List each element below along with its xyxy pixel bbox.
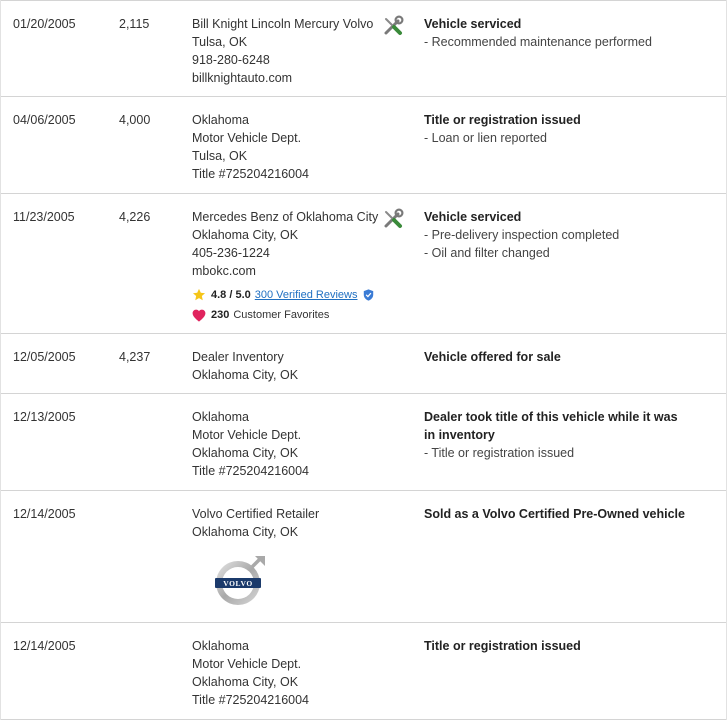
record-comments: Title or registration issued xyxy=(424,637,694,655)
record-date: 11/23/2005 xyxy=(13,210,75,224)
record-date: 12/14/2005 xyxy=(13,639,76,653)
source-department: Motor Vehicle Dept. xyxy=(192,657,302,671)
history-record: 12/14/2005 Oklahoma Motor Vehicle Dept. … xyxy=(1,623,726,720)
source-phone: 918-280-6248 xyxy=(192,53,270,67)
source-name: Dealer Inventory xyxy=(192,350,284,364)
record-mileage: 2,115 xyxy=(119,17,150,31)
record-comments: Dealer took title of this vehicle while … xyxy=(424,408,679,462)
record-date: 12/14/2005 xyxy=(13,507,76,521)
volvo-logo-text: VOLVO xyxy=(223,579,253,588)
source-title-number: Title #725204216004 xyxy=(192,167,309,181)
source-name: Oklahoma xyxy=(192,639,249,653)
history-record: 12/05/2005 4,237 Dealer Inventory Oklaho… xyxy=(1,334,726,394)
record-date: 12/13/2005 xyxy=(13,410,76,424)
record-source: Mercedes Benz of Oklahoma City Oklahoma … xyxy=(192,208,382,324)
source-website: billknightauto.com xyxy=(192,71,293,85)
source-name: Oklahoma xyxy=(192,113,249,127)
history-record: 04/06/2005 4,000 Oklahoma Motor Vehicle … xyxy=(1,97,726,194)
comment-title: Title or registration issued xyxy=(424,113,581,127)
comment-title: Sold as a Volvo Certified Pre-Owned vehi… xyxy=(424,507,685,521)
comment-detail: - Loan or lien reported xyxy=(424,131,547,145)
history-record: 11/23/2005 4,226 Mercedes Benz of Oklaho… xyxy=(1,194,726,334)
record-source: Oklahoma Motor Vehicle Dept. Oklahoma Ci… xyxy=(192,637,382,709)
source-website: mbokc.com xyxy=(192,264,256,278)
record-date: 12/05/2005 xyxy=(13,350,76,364)
record-comments: Vehicle serviced - Recommended maintenan… xyxy=(424,15,694,51)
record-comments: Vehicle serviced - Pre-delivery inspecti… xyxy=(424,208,694,262)
record-source: Volvo Certified Retailer Oklahoma City, … xyxy=(192,505,382,608)
comment-detail: - Pre-delivery inspection completed xyxy=(424,228,620,242)
source-location: Tulsa, OK xyxy=(192,35,248,49)
heart-icon xyxy=(192,309,206,322)
favorites-count: 230 xyxy=(211,309,230,321)
history-record: 01/20/2005 2,115 Bill Knight Lincoln Mer… xyxy=(1,0,726,97)
source-location: Tulsa, OK xyxy=(192,149,248,163)
history-record: 12/14/2005 Volvo Certified Retailer Okla… xyxy=(1,491,726,623)
comment-detail: - Title or registration issued xyxy=(424,446,575,460)
volvo-logo-icon: VOLVO xyxy=(213,554,267,608)
source-location: Oklahoma City, OK xyxy=(192,368,299,382)
rating-score: 4.8 / 5.0 xyxy=(211,289,251,301)
source-department: Motor Vehicle Dept. xyxy=(192,428,302,442)
source-location: Oklahoma City, OK xyxy=(192,675,299,689)
record-source: Oklahoma Motor Vehicle Dept. Oklahoma Ci… xyxy=(192,408,382,480)
wrench-screwdriver-icon xyxy=(382,15,404,37)
verified-shield-icon xyxy=(363,289,373,301)
record-source: Oklahoma Motor Vehicle Dept. Tulsa, OK T… xyxy=(192,111,382,183)
dealer-rating: 4.8 / 5.0 300 Verified Reviews xyxy=(192,286,382,304)
source-name: Volvo Certified Retailer xyxy=(192,507,320,521)
source-phone: 405-236-1224 xyxy=(192,246,270,260)
comment-title: Vehicle offered for sale xyxy=(424,350,561,364)
customer-favorites: 230 Customer Favorites xyxy=(192,306,382,324)
comment-title: Vehicle serviced xyxy=(424,17,522,31)
comment-detail: - Recommended maintenance performed xyxy=(424,35,652,49)
wrench-screwdriver-icon xyxy=(382,208,404,230)
star-icon xyxy=(192,288,206,301)
record-source: Dealer Inventory Oklahoma City, OK xyxy=(192,348,382,384)
source-location: Oklahoma City, OK xyxy=(192,446,299,460)
vehicle-history-table: 01/20/2005 2,115 Bill Knight Lincoln Mer… xyxy=(0,0,727,720)
source-title-number: Title #725204216004 xyxy=(192,464,309,478)
source-department: Motor Vehicle Dept. xyxy=(192,131,302,145)
source-location: Oklahoma City, OK xyxy=(192,525,299,539)
source-name: Mercedes Benz of Oklahoma City xyxy=(192,210,379,224)
source-name: Oklahoma xyxy=(192,410,249,424)
record-date: 01/20/2005 xyxy=(13,17,76,31)
comment-title: Vehicle serviced xyxy=(424,210,522,224)
record-mileage: 4,237 xyxy=(119,350,151,364)
history-record: 12/13/2005 Oklahoma Motor Vehicle Dept. … xyxy=(1,394,726,491)
record-comments: Sold as a Volvo Certified Pre-Owned vehi… xyxy=(424,505,694,523)
comment-title: Dealer took title of this vehicle while … xyxy=(424,410,678,442)
verified-reviews-link[interactable]: 300 Verified Reviews xyxy=(255,286,358,304)
record-mileage: 4,226 xyxy=(119,210,151,224)
source-location: Oklahoma City, OK xyxy=(192,228,299,242)
record-date: 04/06/2005 xyxy=(13,113,76,127)
source-title-number: Title #725204216004 xyxy=(192,693,309,707)
comment-detail: - Oil and filter changed xyxy=(424,246,550,260)
source-name: Bill Knight Lincoln Mercury Volvo xyxy=(192,17,374,31)
record-comments: Vehicle offered for sale xyxy=(424,348,694,366)
comment-title: Title or registration issued xyxy=(424,639,581,653)
favorites-label: Customer Favorites xyxy=(233,309,330,321)
record-comments: Title or registration issued - Loan or l… xyxy=(424,111,694,147)
record-source: Bill Knight Lincoln Mercury Volvo Tulsa,… xyxy=(192,15,382,87)
record-mileage: 4,000 xyxy=(119,113,151,127)
